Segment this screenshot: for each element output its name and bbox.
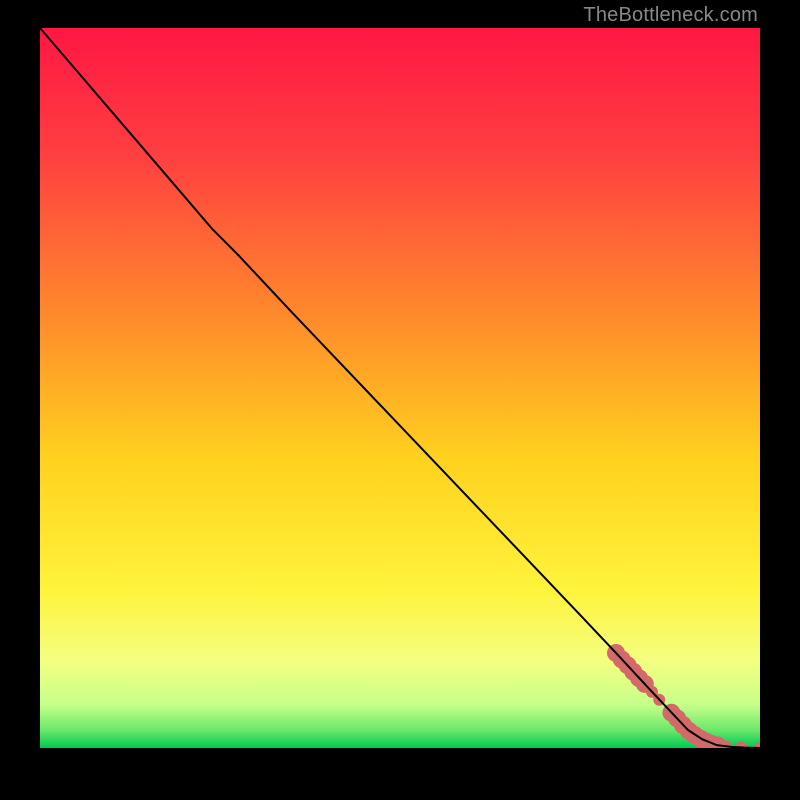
watermark-text: TheBottleneck.com: [583, 4, 758, 27]
plot-area: [40, 28, 760, 748]
chart-frame: TheBottleneck.com: [0, 0, 800, 800]
chart-svg: [40, 28, 760, 748]
gradient-background: [40, 28, 760, 748]
